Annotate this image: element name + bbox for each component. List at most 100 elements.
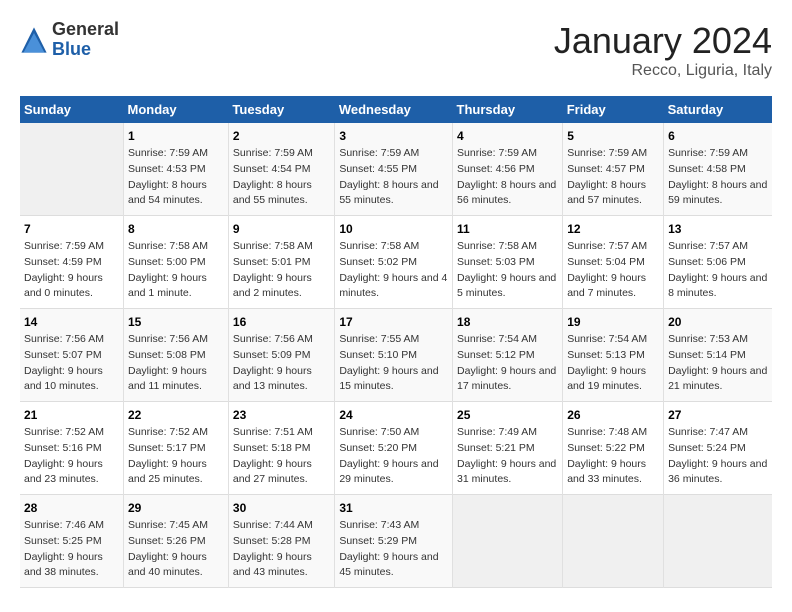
day-number: 30 <box>233 501 330 515</box>
week-row-5: 28 Sunrise: 7:46 AMSunset: 5:25 PMDayligh… <box>20 495 772 588</box>
calendar-cell: 30Sunrise: 7:44 AMSunset: 5:28 PMDayligh… <box>228 495 334 588</box>
day-info: Sunrise: 7:57 AMSunset: 5:04 PMDaylight:… <box>567 239 659 302</box>
day-info: Sunrise: 7:54 AMSunset: 5:13 PMDaylight:… <box>567 332 659 395</box>
day-number: 13 <box>668 222 768 236</box>
logo-blue: Blue <box>52 40 119 60</box>
calendar-cell: 24 Sunrise: 7:50 AMSunset: 5:20 PMDayligh… <box>335 402 453 495</box>
day-number: 7 <box>24 222 119 236</box>
calendar-cell: 20Sunrise: 7:53 AMSunset: 5:14 PMDayligh… <box>664 309 772 402</box>
calendar-cell: 8 Sunrise: 7:58 AMSunset: 5:00 PMDaylight… <box>124 216 229 309</box>
calendar-cell: 14Sunrise: 7:56 AMSunset: 5:07 PMDayligh… <box>20 309 124 402</box>
day-number: 17 <box>339 315 448 329</box>
day-number: 12 <box>567 222 659 236</box>
day-number: 19 <box>567 315 659 329</box>
calendar-cell: 4 Sunrise: 7:59 AMSunset: 4:56 PMDaylight… <box>453 123 563 216</box>
column-header-friday: Friday <box>563 96 664 123</box>
day-info: Sunrise: 7:52 AMSunset: 5:17 PMDaylight:… <box>128 425 224 488</box>
calendar-cell: 28 Sunrise: 7:46 AMSunset: 5:25 PMDayligh… <box>20 495 124 588</box>
week-row-4: 21Sunrise: 7:52 AMSunset: 5:16 PMDayligh… <box>20 402 772 495</box>
day-number: 28 <box>24 501 119 515</box>
week-row-3: 14Sunrise: 7:56 AMSunset: 5:07 PMDayligh… <box>20 309 772 402</box>
day-info: Sunrise: 7:58 AMSunset: 5:02 PMDaylight:… <box>339 239 448 302</box>
day-info: Sunrise: 7:49 AMSunset: 5:21 PMDaylight:… <box>457 425 558 488</box>
day-info: Sunrise: 7:59 AMSunset: 4:57 PMDaylight:… <box>567 146 659 209</box>
day-info: Sunrise: 7:47 AMSunset: 5:24 PMDaylight:… <box>668 425 768 488</box>
calendar-cell: 1 Sunrise: 7:59 AMSunset: 4:53 PMDaylight… <box>124 123 229 216</box>
logo-general: General <box>52 20 119 40</box>
column-header-wednesday: Wednesday <box>335 96 453 123</box>
calendar-cell: 31 Sunrise: 7:43 AMSunset: 5:29 PMDayligh… <box>335 495 453 588</box>
column-header-saturday: Saturday <box>664 96 772 123</box>
day-info: Sunrise: 7:56 AMSunset: 5:09 PMDaylight:… <box>233 332 330 395</box>
column-header-monday: Monday <box>124 96 229 123</box>
calendar-cell: 3 Sunrise: 7:59 AMSunset: 4:55 PMDaylight… <box>335 123 453 216</box>
calendar-cell: 22 Sunrise: 7:52 AMSunset: 5:17 PMDayligh… <box>124 402 229 495</box>
column-header-tuesday: Tuesday <box>228 96 334 123</box>
day-number: 6 <box>668 129 768 143</box>
calendar-cell: 18 Sunrise: 7:54 AMSunset: 5:12 PMDayligh… <box>453 309 563 402</box>
day-number: 26 <box>567 408 659 422</box>
day-number: 27 <box>668 408 768 422</box>
day-number: 22 <box>128 408 224 422</box>
calendar-cell: 13Sunrise: 7:57 AMSunset: 5:06 PMDayligh… <box>664 216 772 309</box>
calendar-cell: 19 Sunrise: 7:54 AMSunset: 5:13 PMDayligh… <box>563 309 664 402</box>
calendar-cell: 11 Sunrise: 7:58 AMSunset: 5:03 PMDayligh… <box>453 216 563 309</box>
calendar-cell: 17Sunrise: 7:55 AMSunset: 5:10 PMDayligh… <box>335 309 453 402</box>
logo: General Blue <box>20 20 119 60</box>
day-info: Sunrise: 7:59 AMSunset: 4:55 PMDaylight:… <box>339 146 448 209</box>
day-info: Sunrise: 7:59 AMSunset: 4:56 PMDaylight:… <box>457 146 558 209</box>
week-row-1: 1 Sunrise: 7:59 AMSunset: 4:53 PMDaylight… <box>20 123 772 216</box>
calendar-cell: 29Sunrise: 7:45 AMSunset: 5:26 PMDayligh… <box>124 495 229 588</box>
calendar-cell <box>664 495 772 588</box>
day-info: Sunrise: 7:59 AMSunset: 4:54 PMDaylight:… <box>233 146 330 209</box>
day-number: 2 <box>233 129 330 143</box>
day-info: Sunrise: 7:59 AMSunset: 4:58 PMDaylight:… <box>668 146 768 209</box>
title-section: January 2024 Recco, Liguria, Italy <box>554 20 772 80</box>
day-info: Sunrise: 7:53 AMSunset: 5:14 PMDaylight:… <box>668 332 768 395</box>
day-number: 1 <box>128 129 224 143</box>
day-info: Sunrise: 7:58 AMSunset: 5:00 PMDaylight:… <box>128 239 224 302</box>
day-number: 4 <box>457 129 558 143</box>
calendar-cell: 23 Sunrise: 7:51 AMSunset: 5:18 PMDayligh… <box>228 402 334 495</box>
day-number: 21 <box>24 408 119 422</box>
location-subtitle: Recco, Liguria, Italy <box>554 62 772 80</box>
column-header-thursday: Thursday <box>453 96 563 123</box>
day-info: Sunrise: 7:59 AMSunset: 4:59 PMDaylight:… <box>24 239 119 302</box>
calendar-cell: 10 Sunrise: 7:58 AMSunset: 5:02 PMDayligh… <box>335 216 453 309</box>
calendar-table: SundayMondayTuesdayWednesdayThursdayFrid… <box>20 96 772 588</box>
day-info: Sunrise: 7:50 AMSunset: 5:20 PMDaylight:… <box>339 425 448 488</box>
day-number: 11 <box>457 222 558 236</box>
calendar-cell: 12 Sunrise: 7:57 AMSunset: 5:04 PMDayligh… <box>563 216 664 309</box>
header-row: SundayMondayTuesdayWednesdayThursdayFrid… <box>20 96 772 123</box>
calendar-cell: 6 Sunrise: 7:59 AMSunset: 4:58 PMDaylight… <box>664 123 772 216</box>
day-number: 9 <box>233 222 330 236</box>
day-info: Sunrise: 7:56 AMSunset: 5:08 PMDaylight:… <box>128 332 224 395</box>
day-number: 24 <box>339 408 448 422</box>
day-info: Sunrise: 7:58 AMSunset: 5:03 PMDaylight:… <box>457 239 558 302</box>
day-number: 29 <box>128 501 224 515</box>
day-number: 3 <box>339 129 448 143</box>
day-number: 14 <box>24 315 119 329</box>
month-title: January 2024 <box>554 20 772 62</box>
day-number: 31 <box>339 501 448 515</box>
day-number: 8 <box>128 222 224 236</box>
column-header-sunday: Sunday <box>20 96 124 123</box>
day-info: Sunrise: 7:59 AMSunset: 4:53 PMDaylight:… <box>128 146 224 209</box>
day-number: 23 <box>233 408 330 422</box>
day-info: Sunrise: 7:51 AMSunset: 5:18 PMDaylight:… <box>233 425 330 488</box>
calendar-cell <box>20 123 124 216</box>
calendar-cell: 25Sunrise: 7:49 AMSunset: 5:21 PMDayligh… <box>453 402 563 495</box>
day-number: 16 <box>233 315 330 329</box>
day-info: Sunrise: 7:54 AMSunset: 5:12 PMDaylight:… <box>457 332 558 395</box>
calendar-cell: 9Sunrise: 7:58 AMSunset: 5:01 PMDaylight… <box>228 216 334 309</box>
day-number: 10 <box>339 222 448 236</box>
calendar-cell <box>453 495 563 588</box>
day-number: 15 <box>128 315 224 329</box>
day-info: Sunrise: 7:46 AMSunset: 5:25 PMDaylight:… <box>24 518 119 581</box>
day-info: Sunrise: 7:43 AMSunset: 5:29 PMDaylight:… <box>339 518 448 581</box>
calendar-cell: 16 Sunrise: 7:56 AMSunset: 5:09 PMDayligh… <box>228 309 334 402</box>
logo-text: General Blue <box>52 20 119 60</box>
day-number: 18 <box>457 315 558 329</box>
day-info: Sunrise: 7:48 AMSunset: 5:22 PMDaylight:… <box>567 425 659 488</box>
calendar-cell <box>563 495 664 588</box>
